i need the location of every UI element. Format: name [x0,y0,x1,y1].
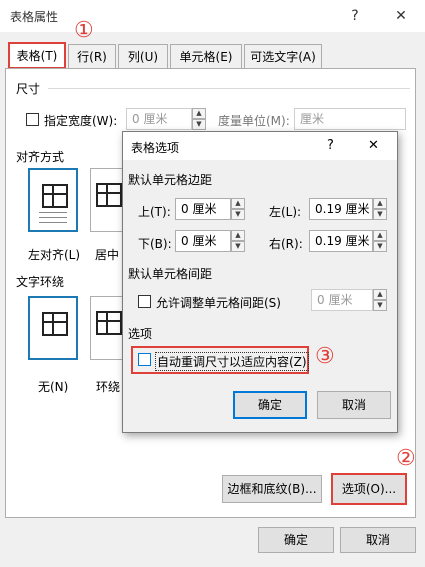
table-center-icon [96,183,122,207]
dialog-cancel-button[interactable]: 取消 [317,391,391,419]
preferred-width-checkbox[interactable] [26,113,39,126]
align-center-label: 居中 [95,248,120,262]
width-input[interactable]: 0 厘米 [126,108,192,130]
wrap-none-label: 无(N) [38,380,69,394]
preferred-width-label: 指定宽度(W): [44,114,118,128]
spacing-down-icon[interactable]: ▼ [373,300,387,311]
bottom-up-icon[interactable]: ▲ [231,230,245,241]
allow-spacing-checkbox[interactable] [138,295,151,308]
wrap-around-option[interactable] [90,296,124,360]
ok-button[interactable]: 确定 [258,527,334,553]
left-margin-input[interactable]: 0.19 厘米 [309,198,373,220]
options-section-title: 选项 [128,327,153,341]
left-label: 左(L): [269,205,302,219]
margins-section-title: 默认单元格边距 [128,173,213,187]
callout-1: ① [74,18,94,43]
tab-row[interactable]: 行(R) [68,44,116,68]
tab-table[interactable]: 表格(T) [8,42,66,69]
top-margin-input[interactable]: 0 厘米 [175,198,231,220]
table-left-icon [42,184,68,208]
table-no-wrap-icon [42,312,68,336]
tab-alt-text-label: 可选文字(A) [250,50,316,64]
spacing-section-title: 默认单元格间距 [128,267,213,281]
measure-label: 度量单位(M): [218,114,290,128]
align-left-label: 左对齐(L) [28,248,81,262]
measure-select[interactable]: 厘米 [294,108,406,130]
tab-row-label: 行(R) [77,50,107,64]
right-up-icon[interactable]: ▲ [373,230,387,241]
bottom-margin-input[interactable]: 0 厘米 [175,230,231,252]
window-title: 表格属性 [10,10,59,24]
tab-column[interactable]: 列(U) [118,44,168,68]
wrap-around-label: 环绕 [96,380,121,394]
top-up-icon[interactable]: ▲ [231,198,245,209]
top-label: 上(T): [138,205,171,219]
cancel-button[interactable]: 取消 [340,527,416,553]
tab-cell[interactable]: 单元格(E) [170,44,242,68]
alignment-section-title: 对齐方式 [16,150,65,164]
align-left-option[interactable] [28,168,78,232]
wrap-none-option[interactable] [28,296,78,360]
tab-column-label: 列(U) [127,50,159,64]
autofit-checkbox[interactable] [138,353,151,366]
spacing-up-icon[interactable]: ▲ [373,289,387,300]
tab-table-label: 表格(T) [16,49,58,63]
spacing-input[interactable]: 0 厘米 [311,289,373,311]
text-lines-icon [39,212,67,213]
bottom-label: 下(B): [138,237,172,251]
size-section-title: 尺寸 [16,82,41,96]
tab-cell-label: 单元格(E) [179,50,233,64]
left-down-icon[interactable]: ▼ [373,209,387,220]
right-down-icon[interactable]: ▼ [373,241,387,252]
width-down-icon[interactable]: ▼ [192,119,206,130]
close-icon[interactable]: ✕ [388,4,414,28]
dialog-ok-button[interactable]: 确定 [233,391,307,419]
callout-3: ③ [315,344,335,369]
left-up-icon[interactable]: ▲ [373,198,387,209]
dialog-help-button[interactable]: ? [327,138,334,153]
text-lines-icon [39,222,67,223]
help-button[interactable]: ? [342,4,368,28]
dialog-close-icon[interactable]: ✕ [368,138,379,153]
table-options-dialog: 表格选项 ? ✕ 默认单元格边距 上(T): 0 厘米 ▲ ▼ 左(L): 0.… [122,131,398,433]
bottom-down-icon[interactable]: ▼ [231,241,245,252]
width-up-icon[interactable]: ▲ [192,108,206,119]
tab-alt-text[interactable]: 可选文字(A) [244,44,322,68]
text-lines-icon [39,217,67,218]
wrapping-section-title: 文字环绕 [16,275,65,289]
right-margin-input[interactable]: 0.19 厘米 [309,230,373,252]
allow-spacing-label: 允许调整单元格间距(S) [156,296,281,310]
divider [48,88,410,89]
dialog-title: 表格选项 [131,141,180,155]
options-button[interactable]: 选项(O)... [331,473,407,505]
align-center-option[interactable] [90,168,124,232]
top-down-icon[interactable]: ▼ [231,209,245,220]
autofit-label: 自动重调尺寸以适应内容(Z) [155,352,309,371]
right-label: 右(R): [269,237,303,251]
borders-shading-button[interactable]: 边框和底纹(B)... [222,475,322,503]
table-wrap-icon [96,311,122,335]
callout-2: ② [396,446,416,471]
